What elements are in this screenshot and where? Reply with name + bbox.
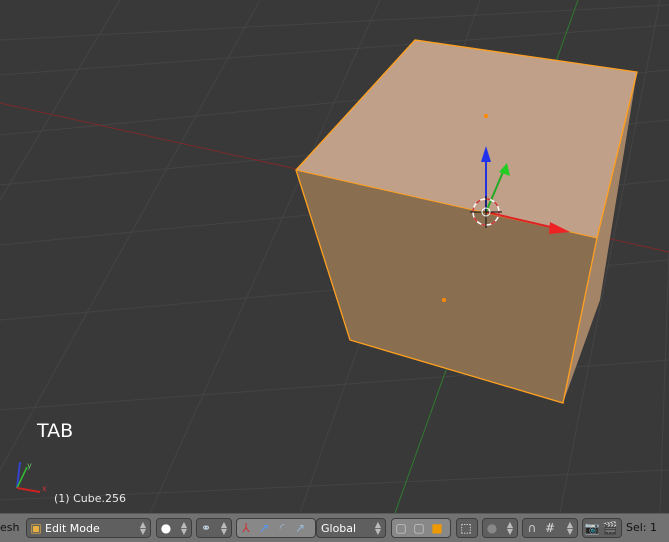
pivot-icon: ⚭ <box>200 521 212 535</box>
manipulator-icon[interactable]: ⅄ <box>237 519 255 537</box>
viewport-canvas[interactable]: y x <box>0 0 669 513</box>
mode-icon: ▣ <box>30 521 42 535</box>
svg-text:y: y <box>27 461 32 470</box>
cube[interactable] <box>295 39 638 404</box>
vertex-select-icon[interactable]: ▢ <box>392 519 410 537</box>
snap-group[interactable]: ∩ # ▲ ▼ <box>522 518 578 538</box>
rotate-icon[interactable]: ◜ <box>273 519 291 537</box>
mode-select[interactable]: ▣ Edit Mode ▲ ▼ <box>26 518 151 538</box>
viewport-header: esh ▣ Edit Mode ▲ ▼ ● ▲ ▼ ⚭ ▲ ▼ ⅄ ↗ ◜ ↗ Glo… <box>0 513 669 542</box>
key-overlay: TAB <box>37 420 74 442</box>
select-mode-group[interactable]: ▢ ▢ ■ <box>391 518 451 538</box>
orientation-label: Global <box>321 521 357 535</box>
snap-icon[interactable]: ∩ <box>523 519 541 537</box>
pivot-select[interactable]: ⚭ ▲ ▼ <box>196 518 232 538</box>
translate-icon[interactable]: ↗ <box>255 519 273 537</box>
mode-label: Edit Mode <box>45 521 100 535</box>
occlude-button[interactable]: ⬚ <box>456 518 478 538</box>
clapperboard-icon[interactable]: 🎬 <box>601 519 619 537</box>
3d-viewport[interactable]: y x TAB (1) Cube.256 <box>0 0 669 513</box>
proportional-edit-icon: ● <box>486 521 498 535</box>
selection-count: Sel: 1 <box>626 521 658 534</box>
snap-target-icon[interactable]: # <box>541 519 559 537</box>
updown-icon: ▲ ▼ <box>139 520 146 536</box>
manipulator-group[interactable]: ⅄ ↗ ◜ ↗ <box>236 518 316 538</box>
scale-icon[interactable]: ↗ <box>291 519 309 537</box>
face-select-icon[interactable]: ■ <box>428 519 446 537</box>
mesh-menu[interactable]: esh <box>0 521 19 534</box>
occlude-icon: ⬚ <box>460 521 472 535</box>
proportional-edit-select[interactable]: ● ▲ ▼ <box>482 518 518 538</box>
axis-gizmo: y x <box>16 461 47 493</box>
edge-select-icon[interactable]: ▢ <box>410 519 428 537</box>
viewport-shading-icon: ● <box>160 521 172 535</box>
orientation-select[interactable]: Global ▲ ▼ <box>316 518 386 538</box>
svg-text:x: x <box>42 484 47 493</box>
render-group[interactable]: 📷 🎬 <box>582 518 622 538</box>
shading-select[interactable]: ● ▲ ▼ <box>156 518 192 538</box>
object-info: (1) Cube.256 <box>54 492 126 505</box>
render-icon[interactable]: 📷 <box>583 519 601 537</box>
